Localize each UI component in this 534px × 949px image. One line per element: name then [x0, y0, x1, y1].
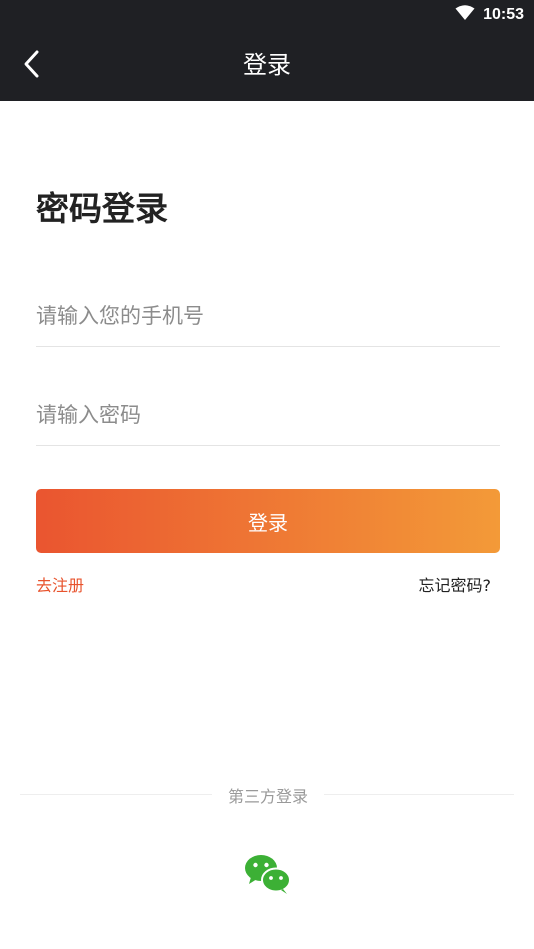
app-bar: 登录	[0, 30, 534, 101]
phone-field	[36, 287, 500, 347]
back-button[interactable]	[14, 48, 50, 84]
status-right: 10:53	[455, 4, 524, 26]
divider-right	[324, 794, 514, 795]
login-heading: 密码登录	[36, 189, 168, 228]
wechat-login-button[interactable]	[244, 853, 292, 895]
forgot-password-link[interactable]: 忘记密码?	[419, 572, 492, 596]
divider-left	[20, 794, 212, 795]
wifi-icon	[455, 5, 475, 25]
third-party-label: 第三方登录	[227, 787, 308, 806]
phone-input[interactable]	[36, 287, 500, 345]
page-title: 登录	[243, 51, 291, 79]
wechat-icon	[244, 855, 292, 899]
password-field	[36, 386, 500, 446]
chevron-left-icon	[22, 49, 42, 83]
status-bar: 10:53	[0, 0, 534, 30]
status-time: 10:53	[483, 6, 524, 23]
password-input[interactable]	[36, 386, 500, 444]
login-button[interactable]: 登录	[36, 489, 500, 553]
register-link[interactable]: 去注册	[36, 572, 84, 596]
